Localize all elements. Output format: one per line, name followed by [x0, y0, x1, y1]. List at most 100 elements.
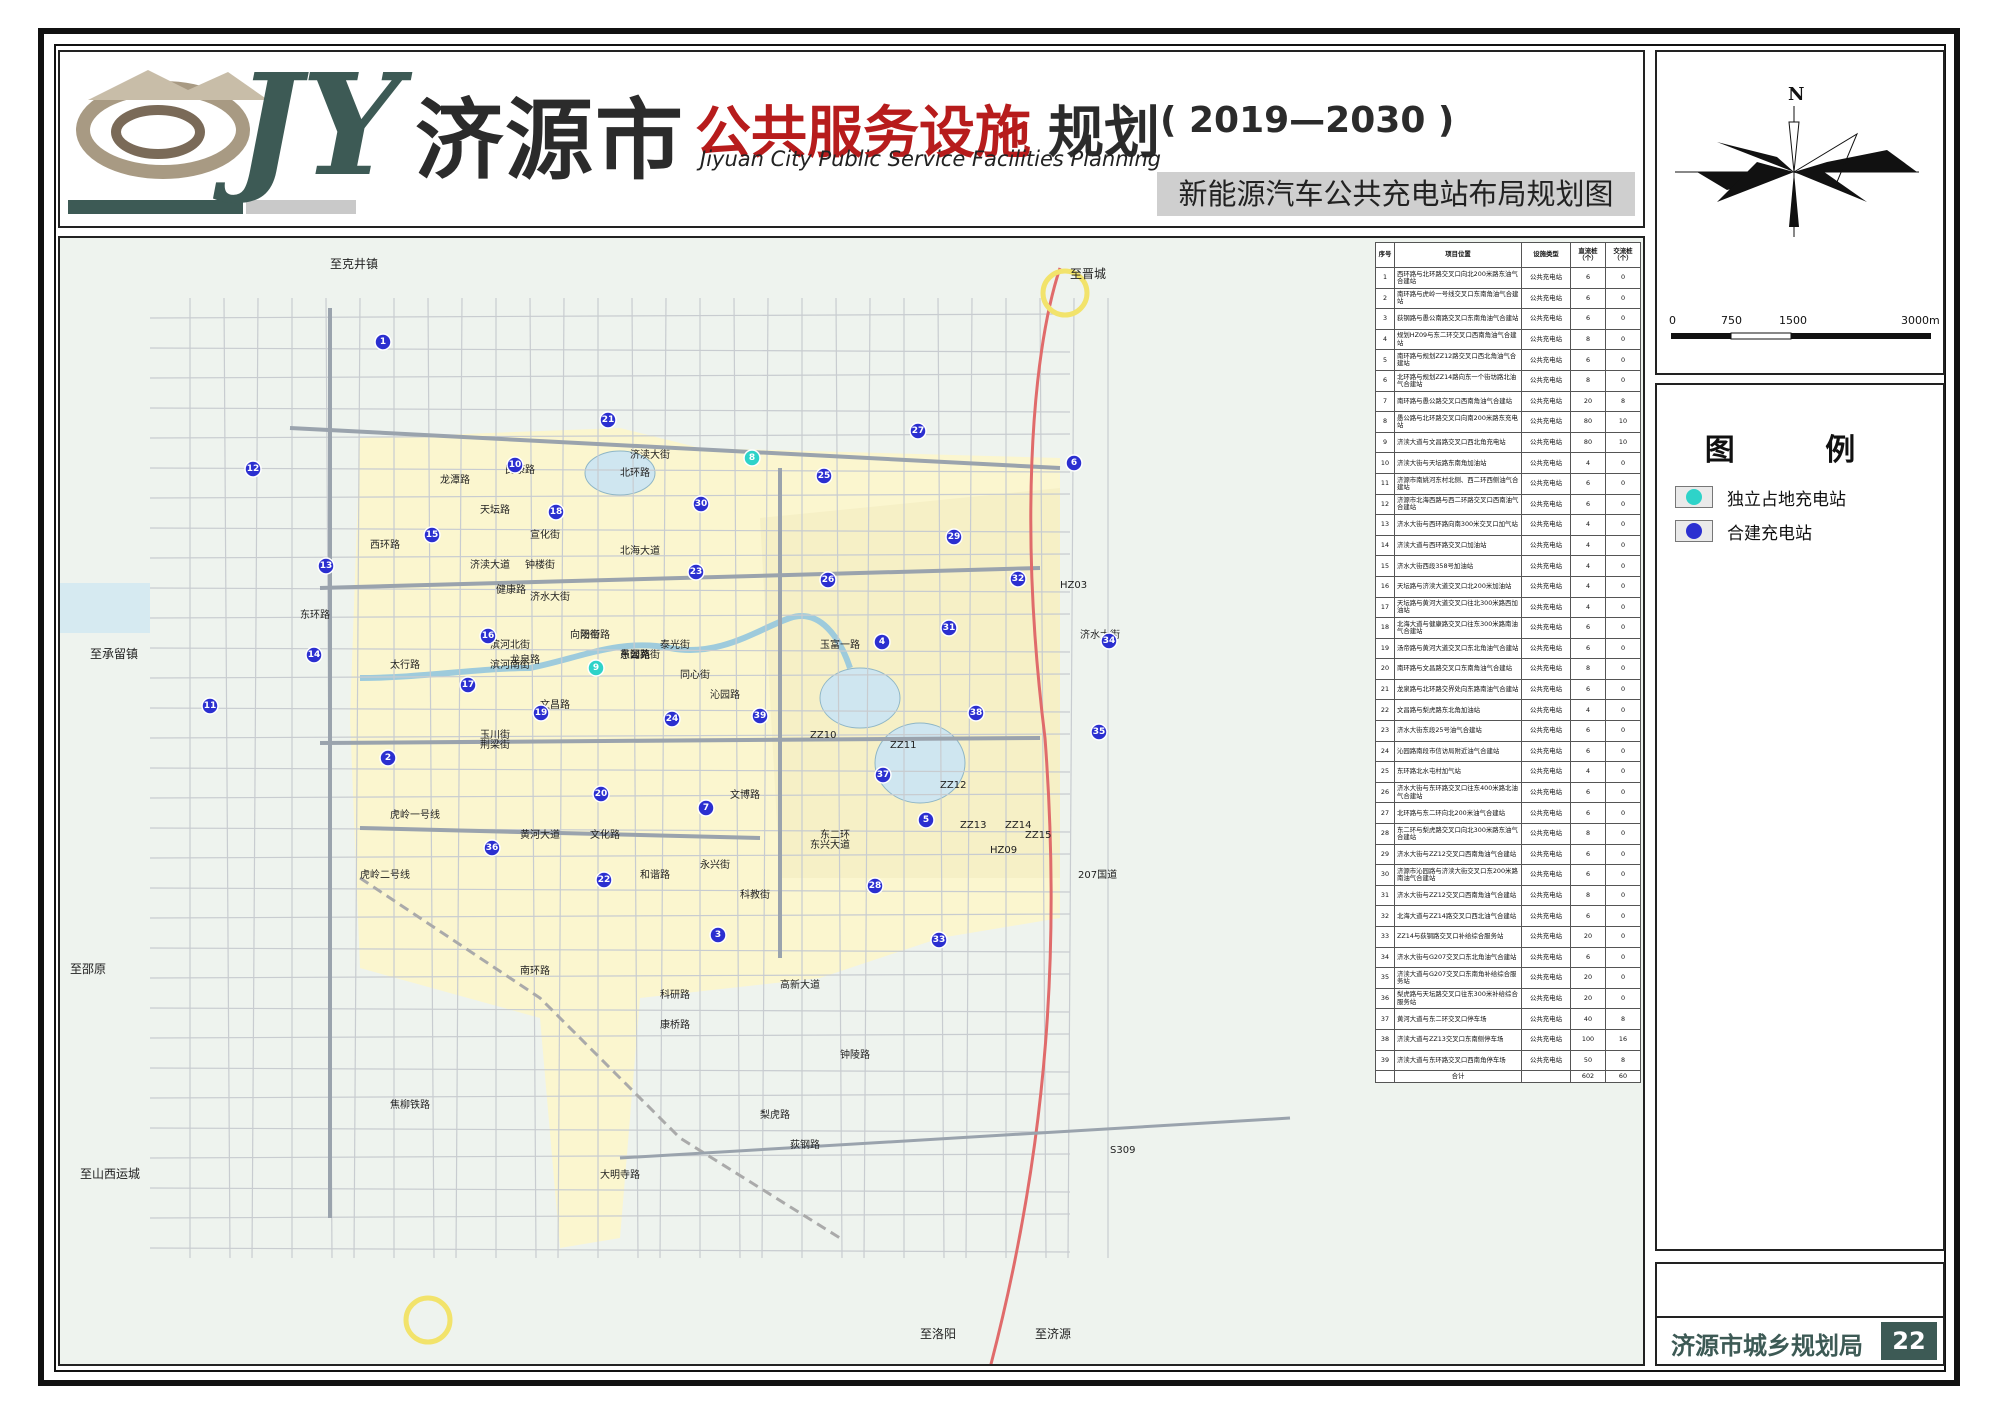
cell-dc: 6: [1570, 637, 1606, 660]
combined-station-marker[interactable]: 25: [815, 467, 833, 485]
cell-type: 公共充电站: [1521, 596, 1571, 619]
combined-station-marker[interactable]: 16: [479, 627, 497, 645]
combined-station-marker[interactable]: 18: [547, 503, 565, 521]
combined-station-marker[interactable]: 10: [506, 456, 524, 474]
cell-dc: 6: [1570, 617, 1606, 639]
combined-station-marker[interactable]: 23: [687, 563, 705, 581]
cell-type: 公共充电站: [1521, 328, 1571, 351]
combined-station-marker[interactable]: 36: [483, 839, 501, 857]
combined-station-marker[interactable]: 15: [423, 526, 441, 544]
combined-station-marker[interactable]: 27: [909, 422, 927, 440]
cell-dc: 4: [1570, 514, 1606, 536]
station-number: 17: [462, 680, 475, 690]
cell-location: 济渎大道与东环路交叉口西南角停车场: [1394, 1049, 1522, 1072]
station-number: 12: [247, 464, 260, 474]
cell-index: 28: [1375, 823, 1395, 845]
cell-ac: 0: [1605, 596, 1641, 619]
combined-station-marker[interactable]: 13: [317, 557, 335, 575]
combined-station-marker[interactable]: 7: [697, 799, 715, 817]
combined-station-marker[interactable]: 17: [459, 676, 477, 694]
cell-index: 16: [1375, 575, 1395, 598]
combined-station-marker[interactable]: 12: [244, 460, 262, 478]
combined-station-marker[interactable]: 35: [1090, 723, 1108, 741]
combined-station-marker[interactable]: 14: [305, 646, 323, 664]
combined-station-marker[interactable]: 30: [692, 495, 710, 513]
combined-station-marker[interactable]: 4: [873, 633, 891, 651]
combined-station-marker[interactable]: 24: [663, 710, 681, 728]
cell-ac: 0: [1605, 802, 1641, 825]
combined-station-marker[interactable]: 2: [379, 749, 397, 767]
cell-dc: 4: [1570, 575, 1606, 598]
combined-station-marker[interactable]: 11: [201, 697, 219, 715]
cell-type: 公共充电站: [1521, 514, 1571, 536]
combined-station-marker[interactable]: 28: [866, 877, 884, 895]
cell-index: 23: [1375, 720, 1395, 742]
title-city: 济源市: [415, 89, 686, 192]
cell-location: 文昌路与梨虎路东北角加油站: [1394, 699, 1522, 722]
combined-station-marker[interactable]: 21: [599, 411, 617, 429]
road-label: 荻钢路: [790, 1138, 820, 1151]
total-dc: 602: [1570, 1070, 1606, 1084]
legend-item-combined: 合建充电站: [1675, 519, 1812, 544]
legend-item-standalone: 独立占地充电站: [1675, 485, 1846, 510]
cell-type: 公共充电站: [1521, 720, 1571, 742]
combined-station-marker[interactable]: 3: [709, 926, 727, 944]
cell-location: 济渎大道与西环路交叉口加油站: [1394, 534, 1522, 557]
cell-ac: 0: [1605, 493, 1641, 516]
combined-station-marker[interactable]: 33: [930, 931, 948, 949]
cell-index: 7: [1375, 390, 1395, 413]
cell-type: 公共充电站: [1521, 843, 1571, 866]
total-type: [1521, 1070, 1571, 1084]
total-ac: 60: [1605, 1070, 1641, 1084]
combined-station-marker[interactable]: 31: [940, 619, 958, 637]
cell-ac: 0: [1605, 452, 1641, 474]
cell-ac: 8: [1605, 1008, 1641, 1030]
cell-type: 公共充电站: [1521, 555, 1571, 577]
cell-ac: 0: [1605, 617, 1641, 639]
combined-station-marker[interactable]: 34: [1100, 632, 1118, 650]
road-label: 科教街: [740, 888, 770, 901]
cell-location: 南环路与规划ZZ12路交叉口西北角油气合建站: [1394, 349, 1522, 371]
cell-location: 北海大道与ZZ14路交叉口西北油气合建站: [1394, 905, 1522, 927]
station-number: 36: [486, 843, 499, 853]
combined-station-marker[interactable]: 19: [532, 704, 550, 722]
combined-station-marker[interactable]: 20: [592, 785, 610, 803]
table-row: 13 济水大街与西环路向南300米交叉口加气站 公共充电站 4 0: [1375, 514, 1641, 536]
combined-station-marker[interactable]: 5: [917, 811, 935, 829]
cell-type: 公共充电站: [1521, 617, 1571, 639]
combined-station-marker[interactable]: 32: [1009, 570, 1027, 588]
road-label: 滨河北街: [490, 638, 530, 651]
combined-station-marker[interactable]: 26: [819, 571, 837, 589]
road-label: 高新大道: [780, 978, 820, 991]
combined-station-marker[interactable]: 39: [751, 707, 769, 725]
cell-dc: 80: [1570, 431, 1606, 454]
station-number: 35: [1093, 727, 1106, 737]
station-table: 序号 项目位置 设施类型 直流桩（个） 交流桩（个） 1 西环路与北环路交叉口向北…: [1375, 242, 1641, 1084]
cell-ac: 0: [1605, 287, 1641, 310]
combined-station-marker[interactable]: 6: [1065, 454, 1083, 472]
cell-type: 公共充电站: [1521, 493, 1571, 516]
combined-station-marker[interactable]: 38: [967, 704, 985, 722]
cell-index: 27: [1375, 802, 1395, 825]
road-label: 济渎大道: [470, 558, 510, 571]
table-row: 35 济渎大道与G207交叉口东南角补给综合服务站 公共充电站 20 0: [1375, 967, 1641, 989]
standalone-station-marker[interactable]: 9: [587, 659, 605, 677]
station-number: 33: [933, 935, 946, 945]
cell-index: 12: [1375, 493, 1395, 516]
combined-station-marker[interactable]: 22: [595, 871, 613, 889]
cell-dc: 6: [1570, 946, 1606, 969]
station-number: 10: [509, 460, 522, 470]
combined-station-marker[interactable]: 37: [874, 766, 892, 784]
combined-station-marker[interactable]: 29: [945, 528, 963, 546]
cell-index: 1: [1375, 267, 1395, 289]
station-number: 19: [535, 708, 548, 718]
standalone-station-marker[interactable]: 8: [743, 449, 761, 467]
cell-index: 10: [1375, 452, 1395, 474]
cell-ac: 0: [1605, 761, 1641, 783]
road-label: 济渎大街: [630, 448, 670, 461]
cell-type: 公共充电站: [1521, 802, 1571, 825]
cell-location: 南环路与愚公路交叉口西南角油气合建站: [1394, 390, 1522, 413]
combined-station-marker[interactable]: 1: [374, 333, 392, 351]
station-number: 7: [703, 803, 709, 813]
cell-dc: 6: [1570, 308, 1606, 330]
